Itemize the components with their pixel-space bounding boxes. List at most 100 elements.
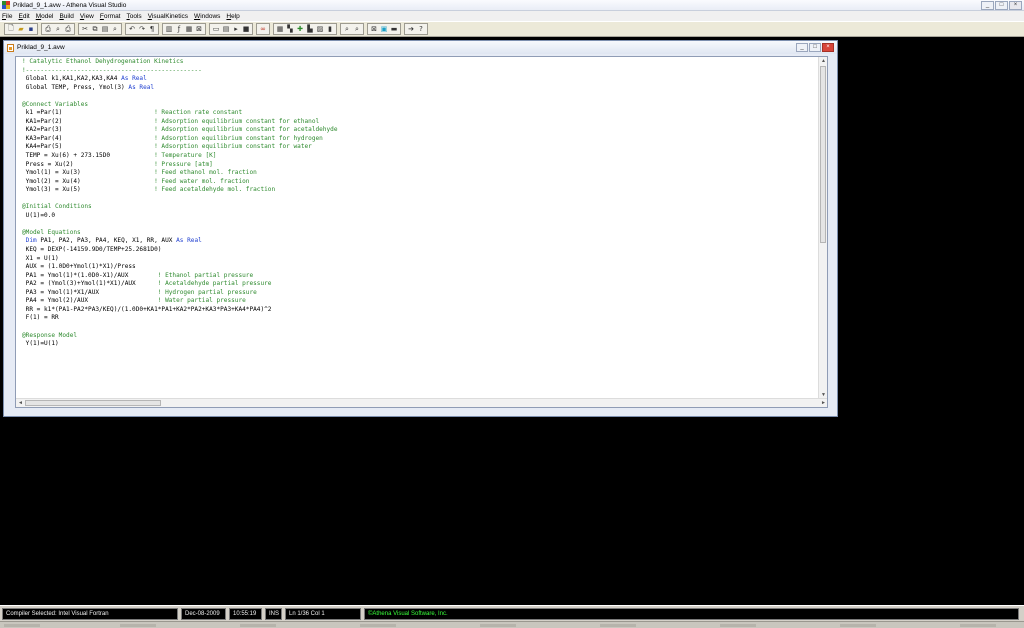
strip-segment	[840, 624, 876, 627]
code-editor[interactable]: ! Catalytic Ethanol Dehydrogenation Kine…	[15, 56, 828, 408]
open-folder-icon[interactable]: ▰	[16, 24, 26, 34]
code-token: Ymol(2) = Xu(4)	[22, 177, 155, 185]
document-close-button[interactable]: ×	[822, 43, 834, 52]
menu-edit[interactable]: Edit	[19, 13, 30, 20]
status-mode: INS	[265, 607, 282, 620]
code-line: @Response Model	[22, 332, 338, 341]
scroll-right-icon[interactable]: ►	[819, 399, 827, 407]
code-token: U(1)=0.0	[22, 211, 56, 219]
document-maximize-button[interactable]: □	[809, 43, 821, 52]
code-line: AUX = (1.0D0+Ymol(1)*X1)/Press	[22, 263, 338, 272]
paste-icon[interactable]: ▤	[100, 24, 110, 34]
code-token: k1 =Par(1)	[22, 109, 155, 117]
menu-file[interactable]: File	[2, 13, 13, 20]
copy-icon[interactable]: ⧉	[90, 24, 100, 34]
menu-windows[interactable]: Windows	[194, 13, 220, 20]
menu-build[interactable]: Build	[59, 13, 73, 20]
chart-bar-icon[interactable]: ✚	[295, 24, 305, 34]
menu-tools[interactable]: Tools	[127, 13, 142, 20]
toolbar-print-group: ⎙ ⌕ ⎙	[41, 23, 75, 35]
run-icon[interactable]: ➔	[406, 24, 416, 34]
document-titlebar[interactable]: Priklad_9_1.avw _ □ ×	[4, 41, 837, 54]
vertical-scroll-thumb[interactable]	[820, 66, 826, 243]
save-icon[interactable]: ▪	[26, 24, 36, 34]
document-minimize-button[interactable]: _	[796, 43, 808, 52]
code-token: @Connect Variables	[22, 100, 89, 108]
statusbar: Compiler Selected: Intel Visual Fortran …	[0, 605, 1024, 621]
strip-segment	[960, 624, 996, 627]
code-text[interactable]: ! Catalytic Ethanol Dehydrogenation Kine…	[22, 58, 338, 349]
scroll-left-icon[interactable]: ◄	[16, 399, 25, 407]
code-token: PA2 = (Ymol(3)+Ymol(1)*X1)/AUX	[22, 280, 158, 288]
app-window-controls: _ □ ×	[981, 1, 1022, 10]
measure-icon[interactable]: ▙	[305, 24, 315, 34]
stop-icon[interactable]: ■	[241, 24, 251, 34]
code-line: U(1)=0.0	[22, 212, 338, 221]
code-token: As Real	[128, 83, 155, 91]
bold-icon[interactable]: ▥	[164, 24, 174, 34]
toolbar-media-group: ⊠ ▣ ▬	[367, 23, 401, 35]
function-icon[interactable]: ƒ	[174, 24, 184, 34]
close-button[interactable]: ×	[1009, 1, 1022, 10]
code-token: !---------------------------------------…	[22, 66, 202, 74]
code-token: ! Feed ethanol mol. fraction	[154, 169, 257, 177]
strip-segment	[360, 624, 396, 627]
code-token: ! Feed water mol. fraction	[154, 177, 250, 185]
bar-chart-icon[interactable]: ▮	[325, 24, 335, 34]
maximize-button[interactable]: □	[995, 1, 1008, 10]
paragraph-icon[interactable]: ¶	[147, 24, 157, 34]
menu-format[interactable]: Format	[100, 13, 121, 20]
status-time: 10:55:19	[229, 607, 262, 620]
help-icon[interactable]: ?	[416, 24, 426, 34]
zoom-icon[interactable]: ⌕	[342, 24, 352, 34]
film-icon[interactable]: ▬	[389, 24, 399, 34]
window-icon[interactable]: ▭	[211, 24, 221, 34]
menu-model[interactable]: Model	[36, 13, 54, 20]
toolbar-undo-group: ↶ ↷ ¶	[125, 23, 159, 35]
horizontal-scrollbar[interactable]: ◄ ►	[16, 398, 827, 407]
chart-icon[interactable]: ▚	[285, 24, 295, 34]
table-icon[interactable]: ⊠	[194, 24, 204, 34]
list-icon[interactable]: ▤	[221, 24, 231, 34]
spectrum-icon[interactable]: ▨	[315, 24, 325, 34]
menu-visualkinetics[interactable]: VisualKinetics	[148, 13, 188, 20]
toolbar-run-group: ➔ ?	[404, 23, 428, 35]
zoom-out-icon[interactable]: ⌕	[352, 24, 362, 34]
step-icon[interactable]: ▸	[231, 24, 241, 34]
code-line: @Connect Variables	[22, 101, 338, 110]
code-token: Global TEMP, Press, Ymol(3)	[22, 83, 129, 91]
print-icon[interactable]: ⎙	[43, 24, 53, 34]
code-token: Dim	[25, 237, 37, 245]
redo-icon[interactable]: ↷	[137, 24, 147, 34]
image-icon[interactable]: ▣	[379, 24, 389, 34]
link-icon[interactable]: ∞	[258, 24, 268, 34]
code-token: Ymol(3) = Xu(5)	[22, 186, 155, 194]
new-file-icon[interactable]: 🗋	[6, 24, 16, 34]
strip-segment	[120, 624, 156, 627]
minimize-button[interactable]: _	[981, 1, 994, 10]
code-token: @Initial Conditions	[22, 203, 92, 211]
strip-segment	[720, 624, 756, 627]
undo-icon[interactable]: ↶	[127, 24, 137, 34]
menu-help[interactable]: Help	[226, 13, 239, 20]
grid-icon[interactable]: ▦	[184, 24, 194, 34]
calculator-icon[interactable]: ▦	[275, 24, 285, 34]
printer-setup-icon[interactable]: ⎙	[63, 24, 73, 34]
code-token: As Real	[121, 75, 147, 83]
code-token: ! Acetaldehyde partial pressure	[157, 280, 272, 288]
find-icon[interactable]: ⌕	[110, 24, 120, 34]
code-line: PA3 = Ymol(1)*X1/AUX ! Hydrogen partial …	[22, 289, 338, 298]
code-line: Dim PA1, PA2, PA3, PA4, KEQ, X1, RR, AUX…	[22, 237, 338, 246]
print-preview-icon[interactable]: ⌕	[53, 24, 63, 34]
code-line: KA2=Par(3) ! Adsorption equilibrium cons…	[22, 126, 338, 135]
code-line: Global k1,KA1,KA2,KA3,KA4 As Real	[22, 75, 338, 84]
app-titlebar[interactable]: Priklad_9_1.avw - Athena Visual Studio _…	[0, 0, 1024, 11]
signal-icon[interactable]: ⊠	[369, 24, 379, 34]
code-token: KA4=Par(5)	[22, 143, 155, 151]
scroll-up-icon[interactable]: ▲	[819, 57, 827, 66]
strip-segment	[480, 624, 516, 627]
vertical-scrollbar[interactable]: ▲ ▼	[818, 57, 827, 400]
cut-icon[interactable]: ✂	[80, 24, 90, 34]
menu-view[interactable]: View	[80, 13, 94, 20]
horizontal-scroll-thumb[interactable]	[25, 400, 161, 406]
